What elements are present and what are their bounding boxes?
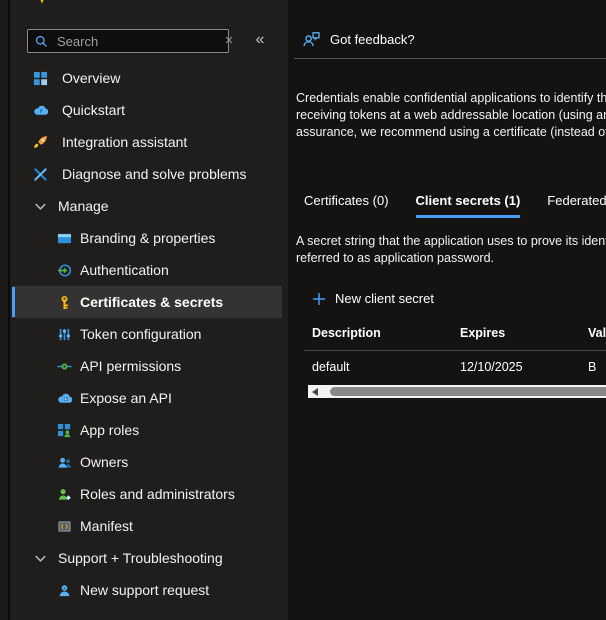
sidebar-item-diagnose[interactable]: Diagnose and solve problems xyxy=(10,158,288,190)
sidebar-item-label: Overview xyxy=(62,70,120,86)
sidebar-item-quickstart[interactable]: Quickstart xyxy=(10,94,288,126)
page-title-key-icon xyxy=(34,0,50,9)
key-icon xyxy=(57,295,72,310)
sidebar-search[interactable] xyxy=(27,29,229,53)
sidebar-item-manifest[interactable]: Manifest xyxy=(10,510,288,542)
feedback-person-bubble-icon xyxy=(302,30,321,49)
rocket-icon xyxy=(33,135,48,150)
scroll-left-arrow-icon[interactable] xyxy=(312,388,318,396)
search-input[interactable] xyxy=(55,33,222,50)
got-feedback-button[interactable]: Got feedback? xyxy=(302,30,415,49)
sidebar-item-label: Branding & properties xyxy=(80,230,215,246)
sidebar-item-api-permissions[interactable]: API permissions xyxy=(10,350,288,382)
secrets-table-header: Description Expires Value xyxy=(288,326,606,349)
sidebar-item-label: Integration assistant xyxy=(62,134,187,150)
sidebar-item-expose-api[interactable]: Expose an API xyxy=(10,382,288,414)
sidebar-item-app-roles[interactable]: App roles xyxy=(10,414,288,446)
column-header-value[interactable]: Value xyxy=(588,326,606,340)
search-icon xyxy=(34,34,49,49)
sidebar-item-new-support-request[interactable]: New support request xyxy=(10,574,288,606)
sidebar-item-branding-properties[interactable]: Branding & properties xyxy=(10,222,288,254)
toolbar-divider xyxy=(294,58,606,59)
sidebar-item-owners[interactable]: Owners xyxy=(10,446,288,478)
column-header-description[interactable]: Description xyxy=(312,326,381,340)
description-line: A secret string that the application use… xyxy=(296,233,606,250)
sidebar-item-label: App roles xyxy=(80,422,139,438)
chevron-down-icon xyxy=(33,199,48,214)
sidebar-item-label: Roles and administrators xyxy=(80,486,235,502)
sliders-icon xyxy=(57,327,72,342)
sidebar-item-label: Token configuration xyxy=(80,326,201,342)
sidebar-group-manage[interactable]: Manage xyxy=(10,190,288,222)
sidebar-item-label: New support request xyxy=(80,582,209,598)
sidebar: ✕ « Overview Quickstart Integration assi… xyxy=(10,0,288,620)
support-person-icon xyxy=(57,583,72,598)
plus-icon xyxy=(312,292,326,306)
horizontal-scrollbar[interactable] xyxy=(308,385,606,398)
selected-indicator xyxy=(12,287,15,317)
cell-description: default xyxy=(312,360,350,374)
app-registration-page: ✕ « Overview Quickstart Integration assi… xyxy=(0,0,606,620)
sidebar-item-authentication[interactable]: Authentication xyxy=(10,254,288,286)
sidebar-item-overview[interactable]: Overview xyxy=(10,62,288,94)
overview-grid-icon xyxy=(33,71,48,86)
sidebar-item-label: Expose an API xyxy=(80,390,172,406)
manifest-code-icon xyxy=(57,519,72,534)
sidebar-group-label: Manage xyxy=(58,198,109,214)
column-header-expires[interactable]: Expires xyxy=(460,326,505,340)
api-permissions-icon xyxy=(57,359,72,374)
credentials-intro-text: Credentials enable confidential applicat… xyxy=(296,90,606,141)
auth-arrow-circle-icon xyxy=(57,263,72,278)
sidebar-item-label: Certificates & secrets xyxy=(80,294,223,310)
intro-line: receiving tokens at a web addressable lo… xyxy=(296,107,606,124)
client-secret-description: A secret string that the application use… xyxy=(296,233,606,267)
scrollbar-thumb[interactable] xyxy=(330,387,606,396)
search-clear-button[interactable]: ✕ xyxy=(220,33,238,49)
tab-bar: Certificates (0) Client secrets (1) Fede… xyxy=(304,193,606,218)
two-people-icon xyxy=(57,455,72,470)
sidebar-collapse-button[interactable]: « xyxy=(250,29,270,51)
sidebar-item-label: Quickstart xyxy=(62,102,125,118)
sidebar-item-label: Diagnose and solve problems xyxy=(62,166,246,182)
intro-line: Credentials enable confidential applicat… xyxy=(296,90,606,107)
chevron-down-icon xyxy=(33,551,48,566)
crossed-tools-icon xyxy=(33,167,48,182)
sidebar-item-label: Authentication xyxy=(80,262,169,278)
sidebar-nav: Overview Quickstart Integration assistan… xyxy=(10,62,288,606)
tab-client-secrets[interactable]: Client secrets (1) xyxy=(416,193,521,218)
cloud-api-icon xyxy=(57,391,72,406)
sidebar-item-integration-assistant[interactable]: Integration assistant xyxy=(10,126,288,158)
sidebar-item-certificates-secrets[interactable]: Certificates & secrets xyxy=(12,286,282,318)
sidebar-item-label: Manifest xyxy=(80,518,133,534)
sidebar-item-roles-administrators[interactable]: Roles and administrators xyxy=(10,478,288,510)
table-row[interactable]: default 12/10/2025 B xyxy=(288,360,606,384)
new-client-secret-button[interactable]: New client secret xyxy=(312,291,434,306)
person-diamond-icon xyxy=(57,487,72,502)
cell-expires: 12/10/2025 xyxy=(460,360,523,374)
tab-federated-credentials[interactable]: Federated credentials (0) xyxy=(547,193,606,218)
description-line: referred to as application password. xyxy=(296,250,606,267)
grid-person-icon xyxy=(57,423,72,438)
sidebar-item-token-configuration[interactable]: Token configuration xyxy=(10,318,288,350)
intro-line: assurance, we recommend using a certific… xyxy=(296,124,606,141)
sidebar-item-label: API permissions xyxy=(80,358,181,374)
sidebar-item-label: Owners xyxy=(80,454,128,470)
new-client-secret-label: New client secret xyxy=(335,291,434,306)
left-edge-strip xyxy=(0,0,10,620)
branding-card-icon xyxy=(57,231,72,246)
table-header-divider xyxy=(304,350,606,351)
got-feedback-label: Got feedback? xyxy=(330,32,415,47)
cell-value: B xyxy=(588,360,596,374)
main-content: Got feedback? Credentials enable confide… xyxy=(288,0,606,620)
sidebar-group-label: Support + Troubleshooting xyxy=(58,550,223,566)
cloud-quickstart-icon xyxy=(33,103,48,118)
sidebar-group-support-troubleshooting[interactable]: Support + Troubleshooting xyxy=(10,542,288,574)
tab-certificates[interactable]: Certificates (0) xyxy=(304,193,389,218)
